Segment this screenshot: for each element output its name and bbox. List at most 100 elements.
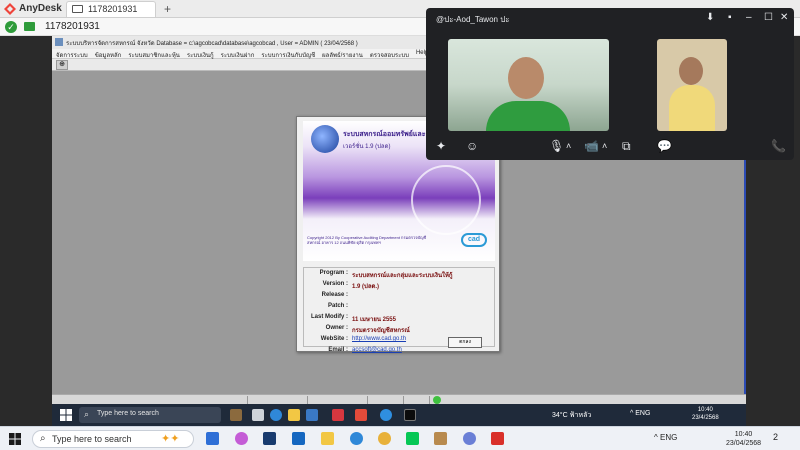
info-key: Patch : — [327, 303, 348, 309]
remote-search-box[interactable]: ⌕ Type here to search — [79, 407, 221, 423]
app-icon-globe[interactable] — [463, 432, 476, 445]
chrome-icon[interactable] — [378, 432, 391, 445]
effects-icon[interactable]: ✦ — [436, 139, 446, 153]
app-icon-black[interactable] — [404, 409, 416, 421]
participant-head — [679, 57, 703, 85]
remote-app-title: ระบบบริหารจัดการสหกรณ์ จังหวัด Database … — [66, 41, 358, 47]
status-cell — [248, 396, 308, 404]
chrome-icon[interactable] — [380, 409, 392, 421]
email-link[interactable]: accsoft@cad.go.th — [352, 347, 402, 353]
website-link[interactable]: http://www.cad.go.th — [352, 336, 406, 342]
new-tab-button[interactable]: + — [164, 2, 171, 16]
mic-options-icon[interactable]: ˄ — [566, 141, 571, 151]
line-icon[interactable] — [406, 432, 419, 445]
app-icon — [55, 38, 63, 46]
app-icon-presentation[interactable] — [355, 409, 367, 421]
file-explorer-icon[interactable] — [288, 409, 300, 421]
tab-label: 1178201931 — [88, 4, 138, 14]
search-placeholder: Type here to search — [52, 434, 132, 444]
remote-status-bar — [52, 394, 746, 404]
info-row-version: Version : 1.9 (ปลด.) — [304, 281, 494, 291]
end-call-button[interactable]: 📞 — [771, 139, 786, 153]
copilot-sparkle-icon: ✦✦ — [161, 433, 180, 445]
edge-icon[interactable] — [270, 409, 282, 421]
info-row-owner: Owner : กรมตรวจบัญชีสหกรณ์ — [304, 325, 494, 335]
cad-logo: cad — [461, 233, 487, 247]
info-row-program: Program : ระบบสหกรณ์และกลุ่มและระบบเงินใ… — [304, 270, 494, 280]
info-value: 1.9 (ปลด.) — [352, 284, 380, 290]
meet-collapse-icon[interactable]: ⬇ — [706, 12, 714, 23]
info-row-email: Email : accsoft@cad.go.th — [304, 347, 494, 357]
ok-button[interactable]: ตกลง — [448, 337, 482, 348]
status-cell — [52, 396, 248, 404]
search-placeholder: Type here to search — [97, 410, 159, 417]
weather-text[interactable]: 34°C ฟ้าหลัว — [552, 410, 591, 421]
toolbar-button[interactable]: ⊕ — [56, 60, 68, 70]
info-value: ระบบสหกรณ์และกลุ่มและระบบเงินให้กู้ — [352, 273, 453, 279]
system-tray[interactable]: ^ ENG — [654, 433, 677, 442]
remote-taskbar: ⌕ Type here to search 34°C ฟ้าหลัว ^ ENG… — [52, 404, 746, 426]
info-key: Owner : — [325, 325, 348, 331]
file-explorer-icon[interactable] — [321, 432, 334, 445]
meet-controls: ✦ ☺ 🎙 ˄ 📹 ˄ ⧉ 💬 📞 — [426, 136, 794, 158]
camera-options-icon[interactable]: ˄ — [602, 141, 607, 151]
info-value: 11 เมษายน 2555 — [352, 317, 396, 323]
weather-widget-icon[interactable] — [230, 409, 242, 421]
app-icon-red[interactable] — [332, 409, 344, 421]
participant-body — [486, 101, 570, 131]
search-icon: ⌕ — [84, 409, 90, 419]
edge-icon[interactable] — [350, 432, 363, 445]
camera-icon[interactable]: 📹 — [584, 139, 599, 153]
maximize-icon[interactable]: ☐ — [764, 12, 773, 23]
local-search-box[interactable]: ⌕ Type here to search ✦✦ — [32, 430, 194, 448]
search-icon: ⌕ — [40, 433, 46, 444]
video-tile-side[interactable] — [657, 39, 727, 131]
banner-copyright: Copyright 2012 By Cooperative Auditing D… — [307, 235, 427, 245]
present-icon[interactable]: ⧉ — [622, 139, 631, 154]
minimize-icon[interactable]: – — [746, 12, 752, 23]
acrobat-icon[interactable] — [491, 432, 504, 445]
system-tray[interactable]: ^ ENG — [630, 410, 650, 417]
reactions-icon[interactable]: ☺ — [466, 139, 478, 153]
status-dot-icon — [433, 396, 441, 404]
info-key: Email : — [328, 347, 348, 353]
app-icon-image[interactable] — [434, 432, 447, 445]
video-tile-main[interactable] — [448, 39, 609, 131]
meet-titlebar: @ปะ-Aod_Tawon ปะ ⬇ ▪ – ☐ ✕ — [426, 8, 794, 28]
clock-date: 23/04/2568 — [726, 440, 762, 447]
anydesk-logo-icon — [4, 3, 16, 15]
status-cell — [368, 396, 404, 404]
banner-version: เวอร์ชั่น 1.9 (ปลด) — [343, 144, 391, 150]
globe-watermark-icon — [411, 165, 481, 235]
tab-session[interactable]: 1178201931 — [66, 1, 156, 17]
app-name: AnyDesk — [19, 3, 62, 14]
info-row-release: Release : — [304, 292, 494, 302]
status-cell — [404, 396, 430, 404]
address-text[interactable]: 1178201931 — [45, 21, 100, 32]
info-key: Program : — [319, 270, 348, 276]
display-icon[interactable] — [24, 22, 35, 31]
windows-start-icon[interactable] — [9, 433, 21, 445]
store-icon[interactable] — [306, 409, 318, 421]
info-key: WebSite : — [320, 336, 348, 342]
notification-icon[interactable]: 2 — [773, 432, 787, 444]
clock[interactable]: 10:40 23/4/2568 — [692, 406, 719, 422]
windows-start-icon[interactable] — [60, 409, 72, 421]
close-icon[interactable]: ✕ — [780, 12, 788, 23]
pin-icon[interactable]: ▪ — [728, 12, 732, 23]
info-row-last-modify: Last Modify : 11 เมษายน 2555 — [304, 314, 494, 324]
copilot-icon[interactable] — [235, 432, 248, 445]
about-info-panel: Program : ระบบสหกรณ์และกลุ่มและระบบเงินใ… — [303, 267, 495, 353]
meet-title: @ปะ-Aod_Tawon ปะ — [436, 15, 510, 24]
clock[interactable]: 10:40 23/04/2568 — [726, 430, 761, 448]
chat-icon[interactable]: 💬 — [657, 139, 672, 153]
clock-date: 23/4/2568 — [692, 415, 719, 421]
outlook-icon[interactable] — [292, 432, 305, 445]
task-view-icon[interactable] — [252, 409, 264, 421]
info-row-patch: Patch : — [304, 303, 494, 313]
mic-icon[interactable]: 🎙 — [549, 139, 564, 153]
info-key: Version : — [322, 281, 348, 287]
globe-logo-icon — [311, 125, 339, 153]
photos-icon[interactable] — [206, 432, 219, 445]
photoshop-icon[interactable] — [263, 432, 276, 445]
